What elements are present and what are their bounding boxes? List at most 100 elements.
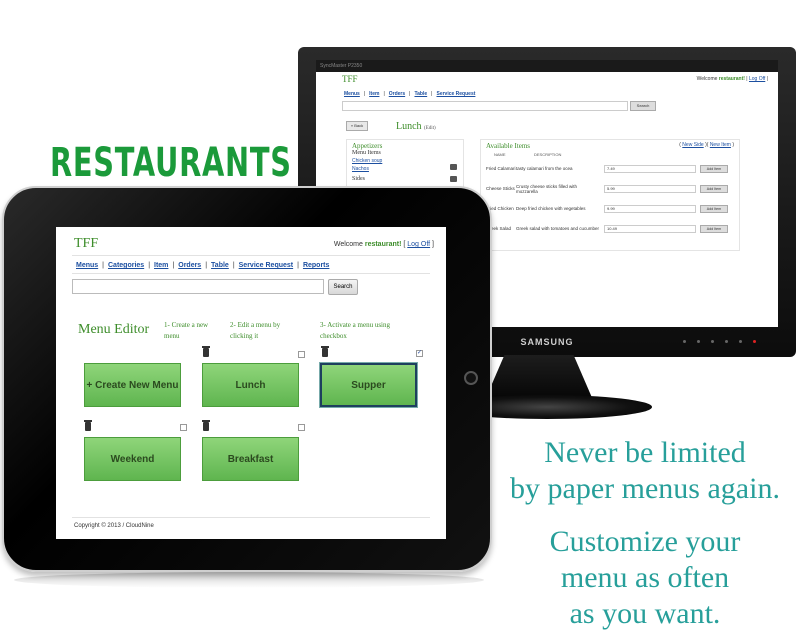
nav-sep: | [148,262,151,269]
nav-orders[interactable]: Orders [178,262,201,269]
monitor-app-title: TFF [342,74,358,84]
logoff-link[interactable]: Log Off [749,76,765,82]
trash-icon[interactable] [84,420,92,431]
add-item-button[interactable]: Add Item [700,164,728,173]
monitor-button [711,340,714,343]
divider [72,255,430,256]
activate-checkbox[interactable]: ✓ [416,350,423,357]
monitor-buttons [683,340,756,343]
edit-link[interactable]: (Edit) [424,126,436,131]
trash-icon[interactable] [202,420,210,431]
item-description: tasty calamari from the ocea [516,166,573,171]
panel-links: ( New Side )( New Item ) [679,142,734,150]
app-title: TFF [74,236,99,251]
price-input[interactable]: 9.99 [604,204,696,213]
logoff-close: | [765,76,768,82]
trash-icon[interactable] [321,346,329,357]
monitor-topbar: SyncMaster P2350 [316,60,778,72]
username: restaurant! [718,76,745,82]
nav-sep: | [431,91,433,97]
nav-service-request[interactable]: Service Request [436,91,475,97]
main-nav: Menus | Categories | Item | Orders | Table | … [76,262,329,269]
monitor-button [739,340,742,343]
nav-item[interactable]: Item [154,262,168,269]
item-description: Greek salad with tomatoes and cucumber [516,226,600,231]
price-input[interactable]: 7.49 [604,164,696,173]
col-name: NAME [494,152,506,157]
add-item-button[interactable]: Add Item [700,224,728,233]
activate-checkbox[interactable] [298,351,305,358]
nav-sep: | [102,262,104,269]
monitor-nav: Menus | Item | Orders | Table | Service Requ… [344,91,475,97]
monitor-neck [485,355,593,400]
nav-menus[interactable]: Menus [76,262,98,269]
monitor-button [725,340,728,343]
table-header: NAME DESCRIPTION [486,152,734,157]
monitor-search-input[interactable] [342,101,628,111]
tagline-primary: Never be limited by paper menus again. [490,435,800,507]
item-description: Crusty cheese sticks filled with mozzare… [516,183,578,194]
nav-categories[interactable]: Categories [108,262,144,269]
available-items-title: Available Items [486,142,530,150]
price-input[interactable]: 5.99 [604,184,696,193]
nav-menus[interactable]: Menus [344,91,360,97]
nav-item[interactable]: Item [369,91,379,97]
paren: ) [730,142,734,148]
trash-icon[interactable] [202,346,210,357]
add-item-button[interactable]: Add Item [700,184,728,193]
table-row: Fried Chicken Deep fried chicken with ve… [486,200,734,217]
nav-sep: | [232,262,235,269]
menu-name-heading: Lunch (Edit) [396,121,436,132]
welcome-text: Welcome restaurant! [ Log Off ] [334,241,434,248]
tablet-frame: TFF Welcome restaurant! [ Log Off ] Menu… [2,186,492,572]
delete-icon[interactable] [450,164,457,170]
table-row: Cheese Sticks Crusty cheese sticks fille… [486,180,734,197]
nav-sep: | [409,91,411,97]
search-button[interactable]: Search [328,279,358,295]
monitor-button [683,340,686,343]
search-input[interactable] [72,279,324,294]
new-side-link[interactable]: New Side [682,142,703,148]
welcome-prefix: Welcome [333,241,365,248]
tablet-shadow [14,572,484,588]
nav-table[interactable]: Table [211,262,229,269]
item-name: Fried Calamari [486,166,516,171]
menu-item-link[interactable]: Nachos [352,166,458,172]
tagline-line: Customize your [549,525,741,558]
menu-tile-supper[interactable]: Supper [320,363,417,407]
tagline-line: by paper menus again. [510,472,780,505]
nav-sep: | [297,262,299,269]
delete-icon[interactable] [450,176,457,182]
add-item-button[interactable]: Add Item [700,204,728,213]
step-2-hint: 2- Edit a menu by clicking it [230,321,281,340]
nav-table[interactable]: Table [414,91,427,97]
item-description: Deep fried chicken with vegetables [516,206,586,211]
menu-tile-breakfast[interactable]: Breakfast [202,437,299,481]
logoff-link[interactable]: Log Off [407,241,430,248]
nav-orders[interactable]: Orders [389,91,405,97]
section-appetizers: Appetizers [352,142,383,150]
menu-tile-lunch[interactable]: Lunch [202,363,299,407]
section-sides: Sides [352,176,366,182]
price-input[interactable]: 10.49 [604,224,696,233]
welcome-prefix: Welcome [696,76,719,82]
create-new-menu-button[interactable]: + Create New Menu [84,363,181,407]
nav-sep: | [383,91,385,97]
step-3-hint: 3- Activate a menu using checkbox [320,321,390,340]
power-led [753,340,756,343]
nav-service-request[interactable]: Service Request [239,262,293,269]
nav-reports[interactable]: Reports [303,262,329,269]
monitor-search-button[interactable]: Search [630,101,656,111]
activate-checkbox[interactable] [298,424,305,431]
nav-sep: | [205,262,208,269]
menu-editor-title: Menu Editor [78,322,150,337]
back-button[interactable]: « Back [346,121,368,131]
menu-item-link[interactable]: Chicken soup [352,158,458,164]
item-name: Cheese Sticks [486,186,515,191]
new-item-link[interactable]: New Item [710,142,731,148]
tablet-screen: TFF Welcome restaurant! [ Log Off ] Menu… [56,227,446,539]
home-button [464,371,478,385]
activate-checkbox[interactable] [180,424,187,431]
menu-tile-weekend[interactable]: Weekend [84,437,181,481]
menu-name: Lunch [396,121,422,132]
